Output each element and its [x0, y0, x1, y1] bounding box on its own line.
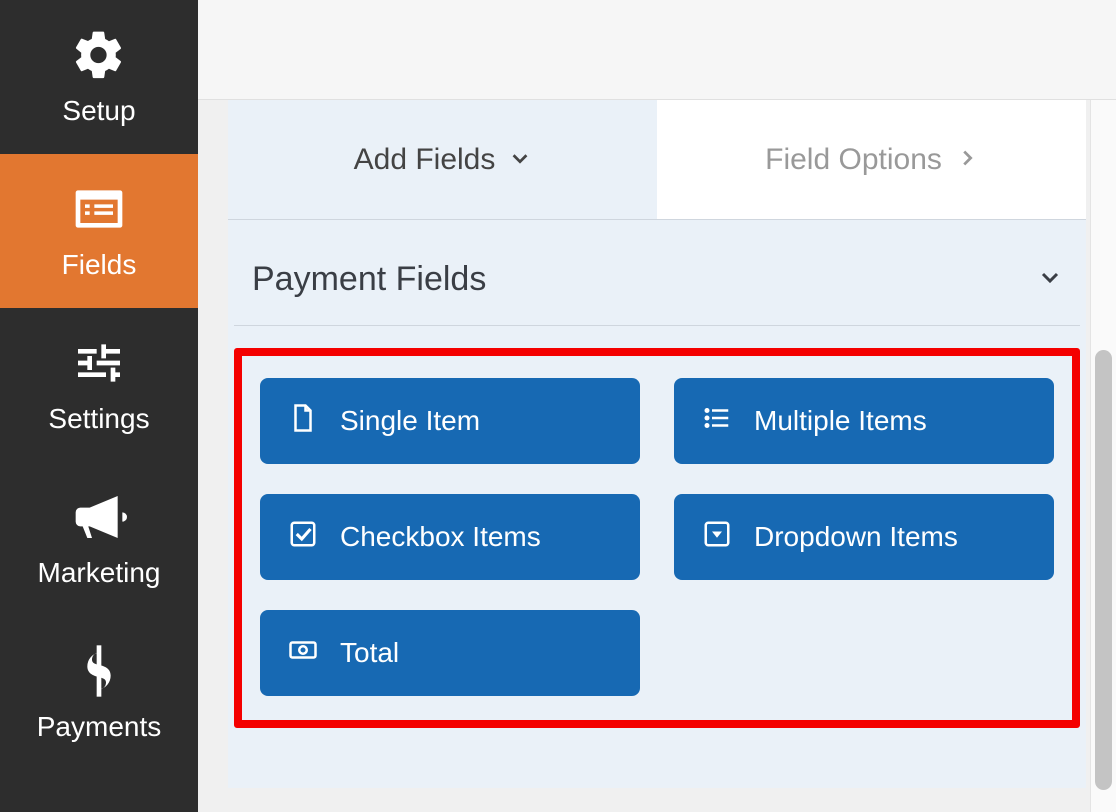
section-title: Payment Fields [252, 260, 486, 299]
field-single-item[interactable]: Single Item [260, 378, 640, 464]
field-checkbox-items[interactable]: Checkbox Items [260, 494, 640, 580]
checkbox-icon [288, 519, 318, 556]
field-dropdown-items[interactable]: Dropdown Items [674, 494, 1054, 580]
tab-label: Field Options [765, 143, 942, 177]
field-multiple-items[interactable]: Multiple Items [674, 378, 1054, 464]
money-icon [288, 635, 318, 672]
section-payment-fields[interactable]: Payment Fields [234, 250, 1080, 326]
dollar-icon [71, 643, 127, 699]
fields-panel: Payment Fields Single Item Multiple Item [228, 220, 1086, 788]
sidebar: Setup Fields Settings Marketing Payments [0, 0, 198, 812]
scrollbar-thumb[interactable] [1095, 350, 1112, 790]
tab-add-fields[interactable]: Add Fields [228, 100, 657, 219]
sidebar-item-label: Settings [48, 403, 149, 435]
sidebar-item-label: Payments [37, 711, 162, 743]
sidebar-item-fields[interactable]: Fields [0, 154, 198, 308]
sliders-icon [71, 335, 127, 391]
list-icon [702, 403, 732, 440]
chevron-down-icon [509, 143, 531, 177]
sidebar-item-label: Marketing [38, 557, 161, 589]
highlight-box: Single Item Multiple Items Checkbox Item… [234, 348, 1080, 728]
field-label: Single Item [340, 405, 480, 437]
scrollbar-track[interactable] [1090, 100, 1116, 812]
gear-icon [71, 27, 127, 83]
tab-label: Add Fields [354, 143, 496, 177]
top-bar [198, 0, 1116, 100]
sidebar-item-marketing[interactable]: Marketing [0, 462, 198, 616]
tabs: Add Fields Field Options [228, 100, 1086, 220]
field-label: Dropdown Items [754, 521, 958, 553]
tab-field-options[interactable]: Field Options [657, 100, 1086, 219]
field-total[interactable]: Total [260, 610, 640, 696]
field-label: Multiple Items [754, 405, 927, 437]
field-label: Checkbox Items [340, 521, 541, 553]
file-icon [288, 403, 318, 440]
chevron-down-icon [1038, 265, 1062, 294]
field-label: Total [340, 637, 399, 669]
field-grid: Single Item Multiple Items Checkbox Item… [260, 378, 1054, 696]
sidebar-item-label: Setup [62, 95, 135, 127]
sidebar-item-setup[interactable]: Setup [0, 0, 198, 154]
sidebar-item-payments[interactable]: Payments [0, 616, 198, 770]
main-area: Add Fields Field Options Payment Fields [198, 0, 1116, 812]
chevron-right-icon [956, 143, 978, 177]
list-box-icon [71, 181, 127, 237]
sidebar-item-settings[interactable]: Settings [0, 308, 198, 462]
dropdown-icon [702, 519, 732, 556]
bullhorn-icon [71, 489, 127, 545]
sidebar-item-label: Fields [62, 249, 137, 281]
